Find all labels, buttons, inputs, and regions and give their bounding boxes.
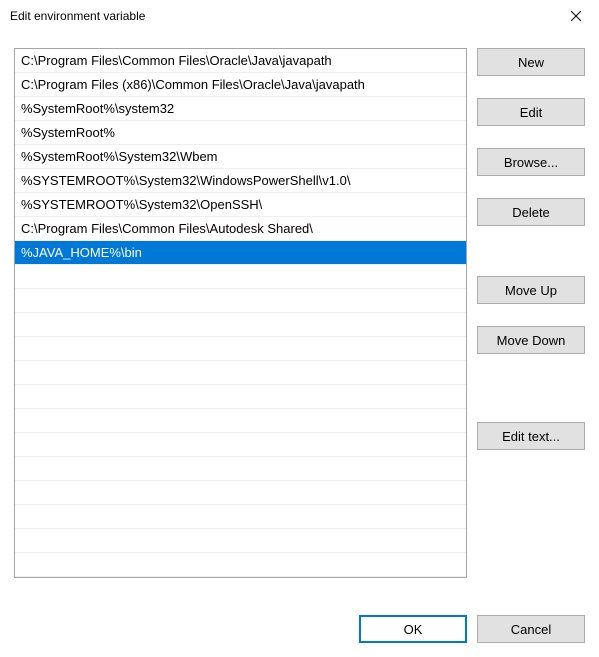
delete-button[interactable]: Delete <box>477 198 585 226</box>
cancel-button[interactable]: Cancel <box>477 615 585 643</box>
list-empty-row <box>15 361 466 385</box>
dialog-title: Edit environment variable <box>10 9 145 23</box>
list-item[interactable]: %SYSTEMROOT%\System32\WindowsPowerShell\… <box>15 169 466 193</box>
list-empty-row <box>15 481 466 505</box>
list-empty-row <box>15 457 466 481</box>
list-empty-row <box>15 553 466 577</box>
list-item[interactable]: %SystemRoot%\system32 <box>15 97 466 121</box>
list-empty-row <box>15 529 466 553</box>
list-empty-row <box>15 289 466 313</box>
titlebar: Edit environment variable <box>0 0 599 32</box>
move-down-button[interactable]: Move Down <box>477 326 585 354</box>
edit-text-button[interactable]: Edit text... <box>477 422 585 450</box>
list-item[interactable]: C:\Program Files\Common Files\Oracle\Jav… <box>15 49 466 73</box>
list-item[interactable]: C:\Program Files (x86)\Common Files\Orac… <box>15 73 466 97</box>
list-item[interactable]: %SystemRoot% <box>15 121 466 145</box>
list-empty-row <box>15 337 466 361</box>
list-item[interactable]: %SYSTEMROOT%\System32\OpenSSH\ <box>15 193 466 217</box>
browse-button[interactable]: Browse... <box>477 148 585 176</box>
new-button[interactable]: New <box>477 48 585 76</box>
side-button-column: New Edit Browse... Delete Move Up Move D… <box>477 48 585 601</box>
edit-button[interactable]: Edit <box>477 98 585 126</box>
dialog-content: C:\Program Files\Common Files\Oracle\Jav… <box>0 32 599 601</box>
move-up-button[interactable]: Move Up <box>477 276 585 304</box>
edit-env-var-dialog: Edit environment variable C:\Program Fil… <box>0 0 599 657</box>
list-item[interactable]: %JAVA_HOME%\bin <box>15 241 466 265</box>
list-empty-row <box>15 505 466 529</box>
close-button[interactable] <box>553 0 599 32</box>
ok-button[interactable]: OK <box>359 615 467 643</box>
list-empty-row <box>15 265 466 289</box>
list-item[interactable]: C:\Program Files\Common Files\Autodesk S… <box>15 217 466 241</box>
list-item[interactable]: %SystemRoot%\System32\Wbem <box>15 145 466 169</box>
list-empty-row <box>15 409 466 433</box>
list-empty-row <box>15 433 466 457</box>
list-empty-row <box>15 385 466 409</box>
dialog-footer: OK Cancel <box>0 601 599 657</box>
close-icon <box>571 11 581 21</box>
list-empty-row <box>15 313 466 337</box>
path-listbox[interactable]: C:\Program Files\Common Files\Oracle\Jav… <box>14 48 467 578</box>
